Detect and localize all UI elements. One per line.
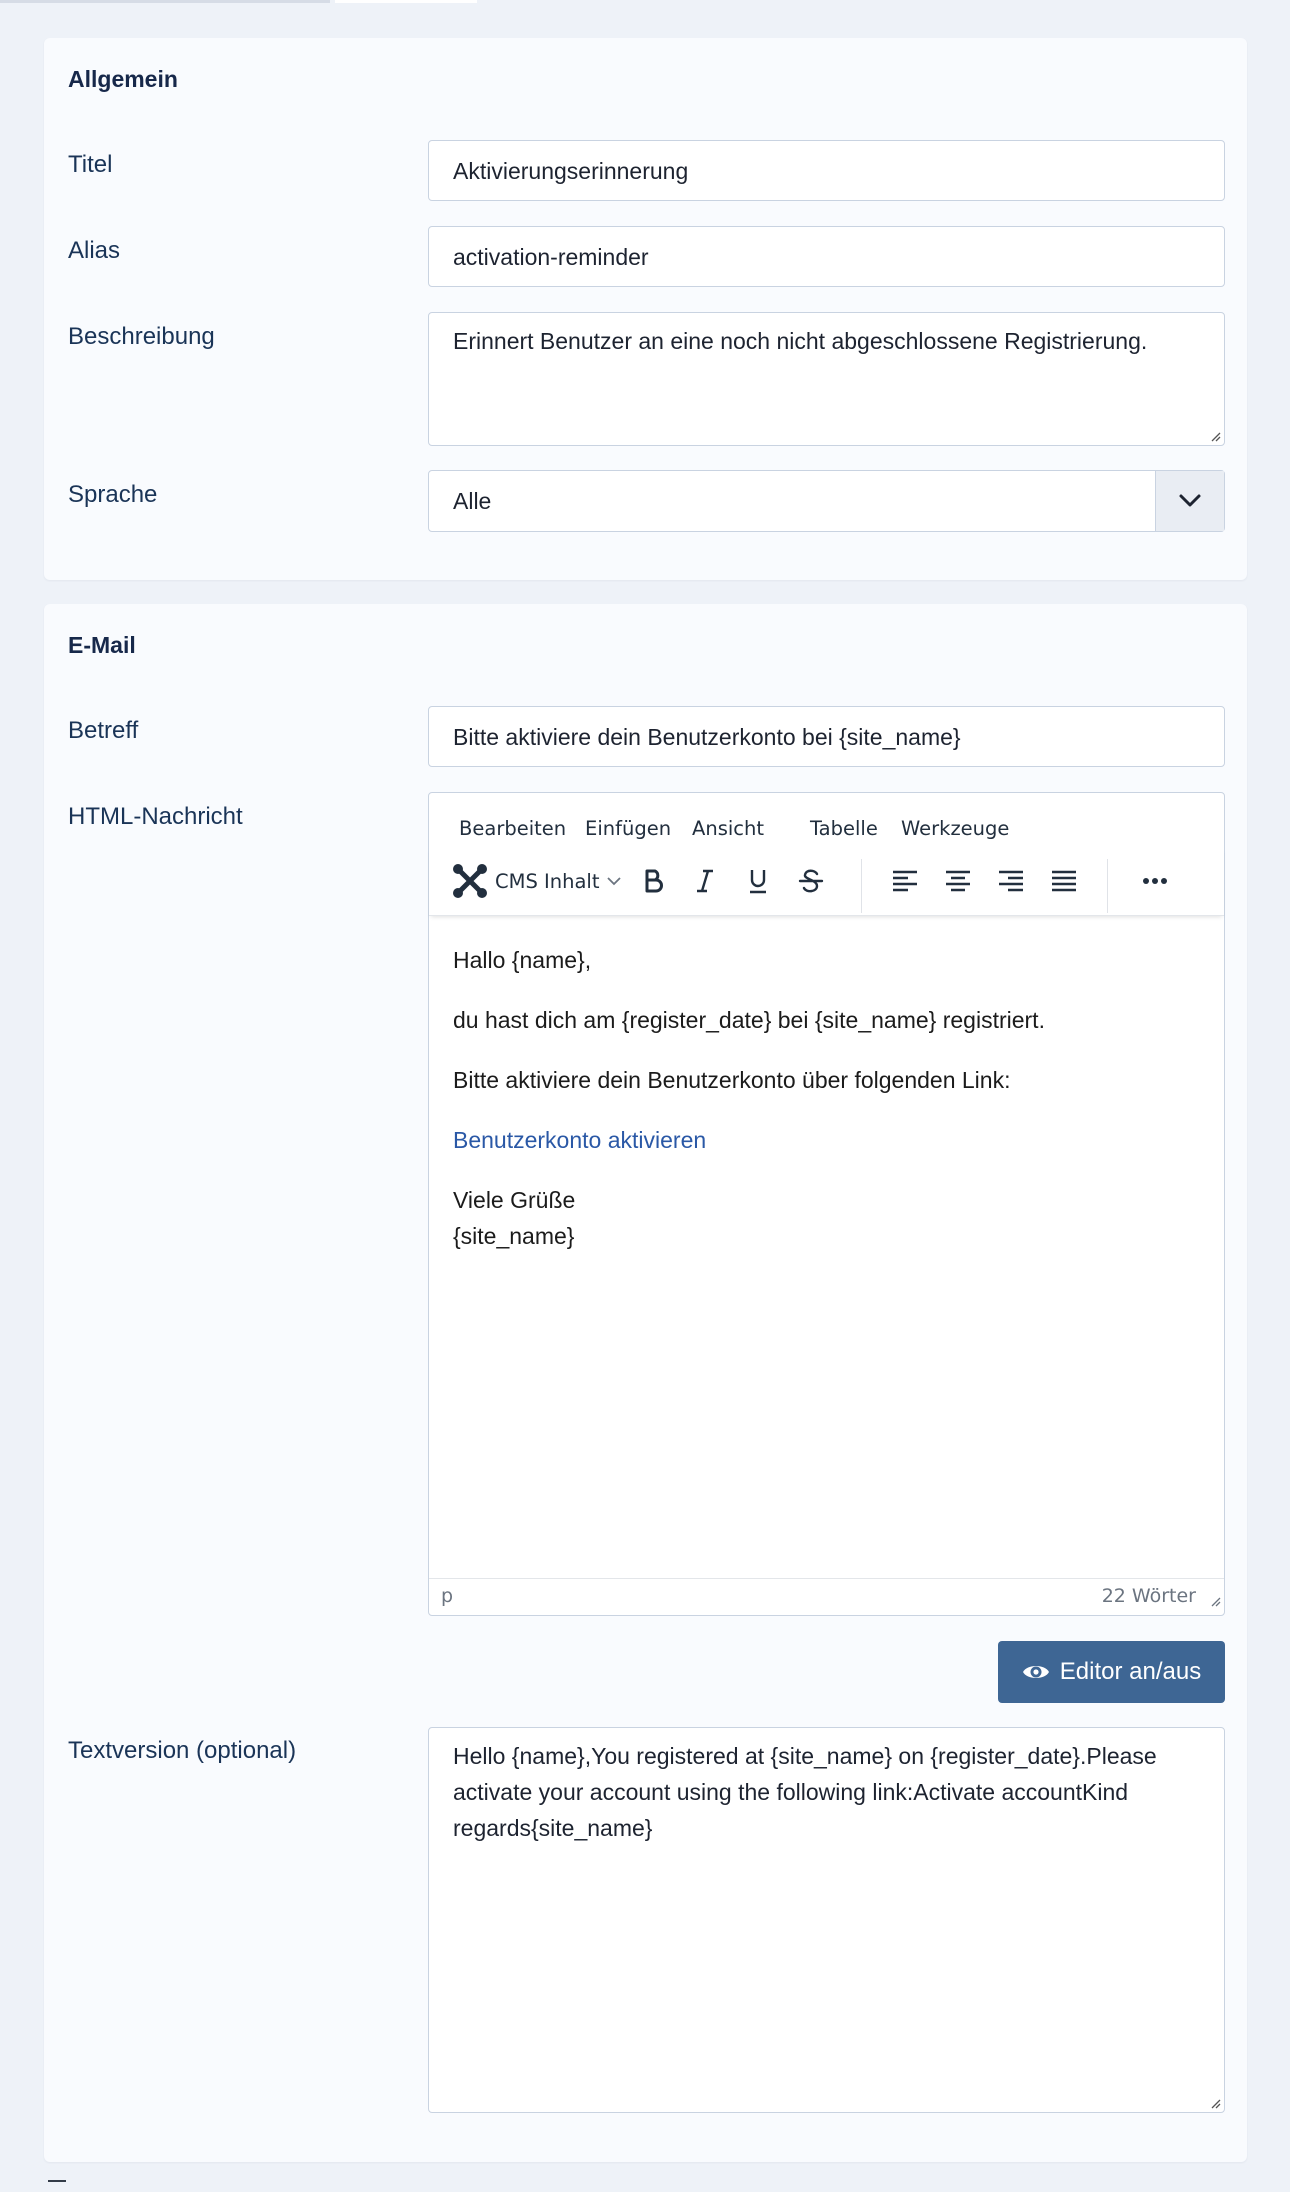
editor-line-1: du hast dich am {register_date} bei {sit… — [453, 1007, 1045, 1033]
eye-icon — [1022, 1666, 1049, 1678]
tab-underline-inactive — [0, 0, 330, 3]
align-left-icon — [893, 870, 917, 892]
menu-edit[interactable]: Bearbeiten — [459, 817, 566, 840]
description-label: Beschreibung — [68, 323, 215, 350]
more-icon — [1143, 878, 1167, 884]
bold-icon — [645, 869, 663, 893]
text-version-value: Hello {name},You registered at {site_nam… — [453, 1743, 1157, 1841]
underline-button[interactable] — [738, 861, 778, 901]
align-left-button[interactable] — [885, 861, 925, 901]
editor-toggle-label: Editor an/aus — [1059, 1658, 1202, 1685]
title-input-value: Aktivierungserinnerung — [453, 158, 689, 184]
activate-account-link[interactable]: Benutzerkonto aktivieren — [453, 1127, 706, 1153]
subject-input[interactable]: Bitte aktiviere dein Benutzerkonto bei {… — [428, 706, 1225, 767]
html-message-label: HTML-Nachricht — [68, 803, 243, 830]
editor-menubar: Bearbeiten Einfügen Ansicht Tabelle Werk… — [429, 793, 1224, 847]
menu-table[interactable]: Tabelle — [810, 817, 878, 840]
menu-view[interactable]: Ansicht — [692, 817, 764, 840]
title-label: Titel — [68, 151, 113, 178]
resize-handle-icon[interactable] — [1209, 430, 1221, 442]
tab-strip — [0, 0, 1290, 4]
editor-toggle-button[interactable]: Editor an/aus — [998, 1641, 1225, 1703]
joomla-icon — [453, 864, 487, 898]
resize-handle-icon[interactable] — [1209, 1595, 1221, 1607]
menu-insert[interactable]: Einfügen — [585, 817, 671, 840]
align-center-icon — [946, 870, 970, 892]
editor-closing-2: {site_name} — [453, 1223, 575, 1249]
description-textarea[interactable]: Erinnert Benutzer an eine noch nicht abg… — [428, 312, 1225, 446]
language-select[interactable]: Alle — [428, 470, 1225, 532]
general-card-title: Allgemein — [68, 66, 178, 92]
align-right-button[interactable] — [991, 861, 1031, 901]
general-card: Allgemein Titel Aktivierungserinnerung A… — [44, 38, 1247, 580]
italic-button[interactable] — [685, 861, 725, 901]
html-editor[interactable]: Bearbeiten Einfügen Ansicht Tabelle Werk… — [428, 792, 1225, 1616]
description-textarea-value: Erinnert Benutzer an eine noch nicht abg… — [453, 328, 1148, 354]
align-justify-icon — [1052, 870, 1076, 892]
chevron-down-icon — [606, 877, 621, 886]
editor-line-2: Bitte aktiviere dein Benutzerkonto über … — [453, 1067, 1011, 1093]
subject-input-value: Bitte aktiviere dein Benutzerkonto bei {… — [453, 724, 961, 750]
title-input[interactable]: Aktivierungserinnerung — [428, 140, 1225, 201]
cms-content-label: CMS Inhalt — [495, 869, 600, 893]
text-version-textarea[interactable]: Hello {name},You registered at {site_nam… — [428, 1727, 1225, 2113]
bold-button[interactable] — [633, 861, 673, 901]
alias-input[interactable]: activation-reminder — [428, 226, 1225, 287]
align-justify-button[interactable] — [1044, 861, 1084, 901]
checkbox-partial[interactable] — [48, 2180, 66, 2192]
italic-icon — [697, 869, 713, 893]
alias-input-value: activation-reminder — [453, 244, 649, 270]
align-right-icon — [999, 870, 1023, 892]
strikethrough-button[interactable] — [791, 861, 831, 901]
editor-toolbar: CMS Inhalt — [429, 847, 1224, 916]
resize-handle-icon[interactable] — [1209, 2097, 1221, 2109]
element-path[interactable]: p — [441, 1585, 453, 1607]
word-count: 22 Wörter — [1101, 1585, 1196, 1607]
text-version-label: Textversion (optional) — [68, 1737, 297, 1764]
editor-statusbar: p 22 Wörter — [429, 1578, 1224, 1615]
alias-label: Alias — [68, 237, 121, 264]
subject-label: Betreff — [68, 717, 139, 744]
toolbar-separator — [1107, 859, 1108, 913]
underline-icon — [750, 870, 766, 894]
cms-content-dropdown[interactable]: CMS Inhalt — [451, 861, 631, 901]
language-select-value: Alle — [453, 488, 492, 514]
toolbar-separator — [861, 859, 862, 913]
tab-underline-active — [335, 0, 477, 3]
editor-closing-1: Viele Grüße — [453, 1187, 576, 1213]
language-label: Sprache — [68, 481, 158, 508]
menu-tools[interactable]: Werkzeuge — [901, 817, 1009, 840]
editor-link-paragraph: Benutzerkonto aktivieren — [453, 1127, 706, 1154]
strikethrough-icon — [798, 869, 824, 893]
chevron-down-icon — [1179, 494, 1201, 507]
email-card-title: E-Mail — [68, 632, 136, 658]
align-center-button[interactable] — [938, 861, 978, 901]
language-select-toggle[interactable] — [1155, 471, 1224, 531]
more-button[interactable] — [1135, 861, 1175, 901]
editor-greeting: Hallo {name}, — [453, 947, 592, 973]
